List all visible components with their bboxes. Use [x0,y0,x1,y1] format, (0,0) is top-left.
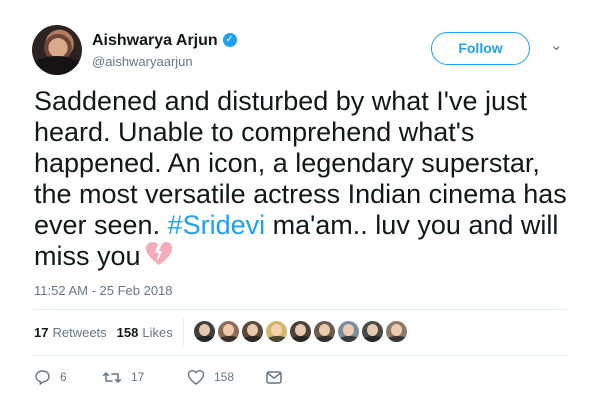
liked-user-avatar-4[interactable] [265,320,288,343]
reply-action[interactable]: 6 [34,365,102,389]
tweet-author: Aishwarya Arjun ✓ @aishwaryaarjun [92,31,237,71]
liked-user-avatar-1[interactable] [193,320,216,343]
hashtag-link[interactable]: #Sridevi [168,210,266,240]
broken-heart-icon [145,241,173,267]
reply-icon [35,369,50,385]
chevron-down-icon[interactable]: ⌄ [550,38,563,53]
liked-user-avatar-8[interactable] [361,320,384,343]
engagement-stats: 17 Retweets 158 Likes [34,322,183,342]
liked-user-avatar-7[interactable] [337,320,360,343]
retweet-icon [102,371,122,383]
retweet-action[interactable]: 17 [102,365,187,389]
envelope-icon [266,370,282,384]
stats-top-divider [33,309,567,310]
likes-stat[interactable]: 158 Likes [117,325,173,340]
liked-by-avatars [193,320,408,343]
tweet-timestamp[interactable]: 11:52 AM - 25 Feb 2018 [34,283,173,299]
display-name[interactable]: Aishwarya Arjun [92,31,218,51]
username-handle[interactable]: @aishwaryaarjun [92,53,237,71]
liked-user-avatar-5[interactable] [289,320,312,343]
liked-user-avatar-6[interactable] [313,320,336,343]
like-count: 158 [214,370,235,384]
direct-message-action[interactable] [265,365,283,389]
like-action[interactable]: 158 [187,365,265,389]
actions-top-divider [33,355,567,356]
liked-user-avatar-3[interactable] [241,320,264,343]
retweets-label: Retweets [52,324,107,340]
likes-count: 158 [116,324,139,340]
tweet-text: Saddened and disturbed by what I've just… [34,86,569,272]
heart-icon [187,369,205,385]
liked-user-avatar-2[interactable] [217,320,240,343]
verified-badge-icon: ✓ [222,33,237,47]
tweet-card: Aishwarya Arjun ✓ @aishwaryaarjun Follow… [0,0,600,404]
likes-label: Likes [142,324,173,340]
reply-count: 6 [60,370,67,384]
retweets-count: 17 [34,324,49,340]
retweets-stat[interactable]: 17 Retweets [34,325,107,340]
retweet-count: 17 [131,370,145,384]
liked-user-avatar-9[interactable] [385,320,408,343]
stats-separator [183,318,184,347]
profile-avatar[interactable] [32,25,82,75]
author-name-row: Aishwarya Arjun ✓ [92,31,237,51]
follow-button[interactable]: Follow [431,32,530,65]
tweet-actions: 6 17 158 [34,365,283,389]
